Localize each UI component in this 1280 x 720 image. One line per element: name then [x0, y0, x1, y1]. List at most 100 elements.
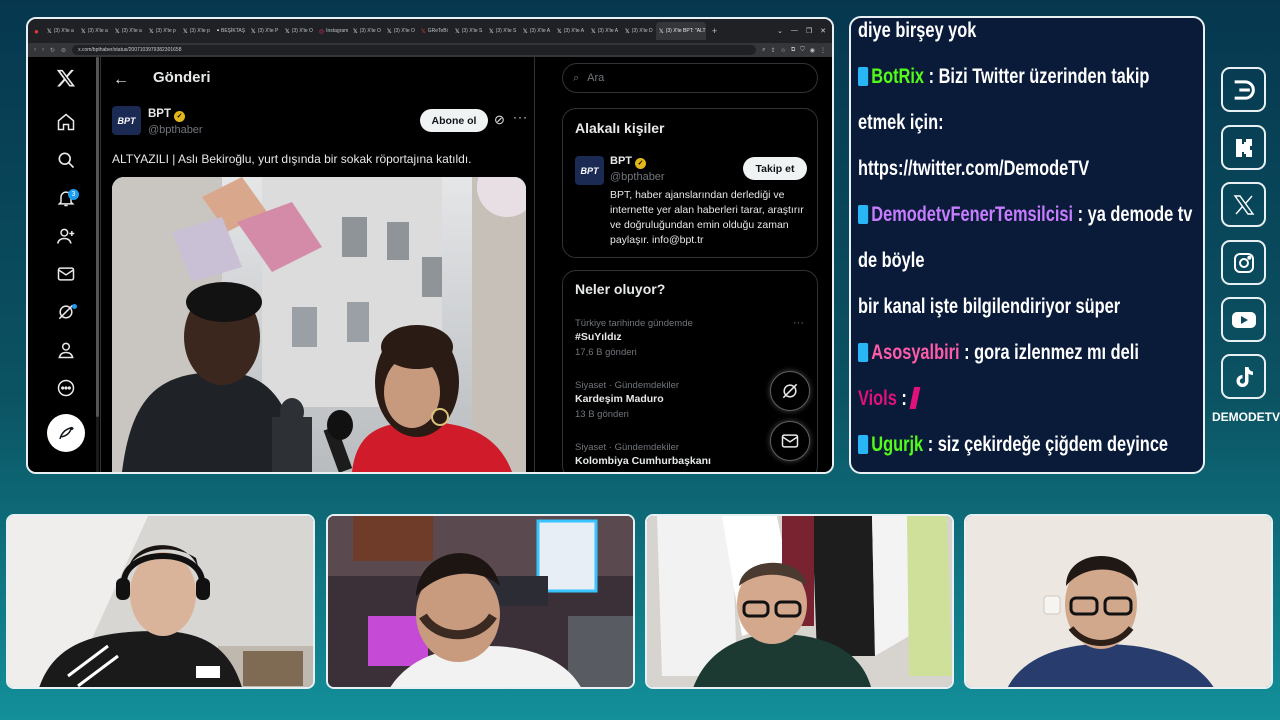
- subscribe-button[interactable]: Abone ol: [420, 109, 488, 132]
- grok-fab-button[interactable]: [770, 371, 810, 411]
- browser-tab[interactable]: 𝕏 (3) X'te D: [622, 22, 655, 40]
- tab-title[interactable]: (3) X'te S: [462, 28, 483, 34]
- browser-tab[interactable]: 𝕏 (3) X'te S: [452, 22, 485, 40]
- tab-title[interactable]: (3) X'te P: [258, 28, 279, 34]
- tab-title[interactable]: (3) X'te A: [530, 28, 550, 34]
- browser-tab[interactable]: 𝕏 (3) X'te A: [554, 22, 587, 40]
- tab-title[interactable]: (3) X'te p: [156, 28, 176, 34]
- browser-tab[interactable]: 𝕏 (3) X'te a: [78, 22, 111, 40]
- author-avatar[interactable]: BPT: [112, 106, 141, 135]
- browser-tab[interactable]: 𝕏 (3) X'te a: [112, 22, 145, 40]
- maximize-button[interactable]: ❐: [806, 27, 812, 35]
- tab-title[interactable]: (3) X'te a: [54, 28, 74, 34]
- trend-name[interactable]: #SuYıldız: [575, 331, 622, 343]
- tab-title[interactable]: (3) X'te S: [496, 28, 517, 34]
- grok-explain-icon[interactable]: ⊘: [494, 112, 505, 128]
- chat-username[interactable]: Viols: [858, 387, 897, 410]
- tab-title[interactable]: (3) X'te a: [88, 28, 108, 34]
- notifications-bell-icon[interactable]: 3: [46, 185, 86, 211]
- tab-active[interactable]: 𝕏 (3) X'te BPT: "ALT: [655, 22, 706, 40]
- profile-icon[interactable]: ◉: [810, 47, 815, 54]
- trends-title: Neler oluyor?: [575, 281, 666, 297]
- follow-add-user-icon[interactable]: [46, 223, 86, 249]
- author-name-text[interactable]: BPT: [148, 108, 171, 120]
- sidebar-scrollbar[interactable]: [96, 57, 99, 472]
- tab-title[interactable]: BEŞİKTAŞ: [221, 28, 245, 34]
- tab-title[interactable]: (3) X'te p: [190, 28, 210, 34]
- forward-icon[interactable]: ›: [42, 47, 44, 53]
- author-handle[interactable]: @bpthaber: [148, 124, 203, 136]
- trend-more-icon[interactable]: ···: [793, 317, 804, 329]
- browser-tab[interactable]: 𝕏 (3) X'te A: [520, 22, 553, 40]
- share-icon[interactable]: ⇪: [771, 47, 776, 54]
- browser-tab[interactable]: 𝕏 (3) X'te p: [146, 22, 179, 40]
- tab-title[interactable]: (3) X'te D: [632, 28, 653, 34]
- more-circle-icon[interactable]: [46, 375, 86, 401]
- messages-mail-icon[interactable]: [46, 261, 86, 287]
- zoom-icon[interactable]: ⌕: [762, 47, 765, 54]
- browser-tab[interactable]: 𝕏 (3) X'te p: [180, 22, 213, 40]
- messages-fab-button[interactable]: [770, 421, 810, 461]
- tab-favicon-icon: 𝕏: [624, 28, 630, 35]
- browser-tab[interactable]: ▪ BEŞİKTAŞ: [214, 22, 247, 40]
- chat-username[interactable]: Ugurjk: [871, 433, 923, 456]
- opera-menu-icon[interactable]: ●: [34, 27, 39, 36]
- close-window-button[interactable]: ✕: [820, 27, 826, 35]
- star-icon[interactable]: ☆: [781, 47, 786, 54]
- author-name[interactable]: BPT ✓: [148, 108, 185, 122]
- tab-favicon-icon: 𝕏: [488, 28, 494, 35]
- explore-search-icon[interactable]: [46, 147, 86, 173]
- trend-name[interactable]: Kardeşim Maduro: [575, 393, 664, 405]
- reload-icon[interactable]: ↻: [50, 47, 55, 54]
- browser-tab[interactable]: 𝕏 (3) X'te O: [282, 22, 315, 40]
- tab-title[interactable]: (3) X'te A: [598, 28, 618, 34]
- chat-username[interactable]: Asosyalbiri: [871, 341, 959, 364]
- tab-title[interactable]: (3) X'te O: [394, 28, 415, 34]
- x-logo-icon[interactable]: [46, 65, 86, 91]
- tab-title[interactable]: (3) X'te BPT: "ALT: [666, 28, 706, 34]
- browser-tab[interactable]: 𝕏 (3) X'te A: [588, 22, 621, 40]
- trend-name[interactable]: Kolombiya Cumhurbaşkanı: [575, 455, 711, 467]
- search-box[interactable]: ⌕ Ara: [562, 63, 818, 93]
- related-name[interactable]: BPT ✓: [610, 155, 646, 169]
- tab-title[interactable]: GReTeBi: [428, 28, 448, 34]
- minimize-button[interactable]: —: [791, 27, 798, 35]
- browser-tab[interactable]: 𝕏 (3) X'te S: [486, 22, 519, 40]
- profile-person-icon[interactable]: [46, 337, 86, 363]
- chat-username[interactable]: BotRix: [871, 65, 924, 88]
- browser-tab[interactable]: 𝕏 (3) X'te P: [248, 22, 281, 40]
- related-handle[interactable]: @bpthaber: [610, 171, 665, 183]
- back-arrow-icon[interactable]: ←: [113, 71, 129, 89]
- tab-favicon-icon: 𝕏: [182, 28, 188, 35]
- shield-icon[interactable]: ⛉: [800, 47, 805, 54]
- post-text: ALTYAZILI | Aslı Bekiroğlu, yurt dışında…: [112, 152, 472, 166]
- instagram-icon: [1221, 240, 1266, 285]
- related-avatar[interactable]: BPT: [575, 156, 604, 185]
- tab-title[interactable]: (3) X'te A: [564, 28, 584, 34]
- more-options-icon[interactable]: ···: [513, 110, 528, 124]
- tab-title[interactable]: (3) X'te a: [122, 28, 142, 34]
- search-placeholder[interactable]: Ara: [587, 72, 604, 84]
- browser-tab[interactable]: 𝕏 (3) X'te O: [350, 22, 383, 40]
- post-compose-button[interactable]: [47, 414, 85, 452]
- back-icon[interactable]: ‹: [34, 47, 36, 53]
- chat-username[interactable]: DemodetvFenerTemsilcisi: [871, 203, 1073, 226]
- tab-title[interactable]: Instagram: [326, 28, 348, 34]
- follow-button[interactable]: Takip et: [743, 157, 807, 180]
- tab-title[interactable]: (3) X'te O: [292, 28, 313, 34]
- browser-tab[interactable]: 𝕏 (3) X'te O: [384, 22, 417, 40]
- tab-title[interactable]: (3) X'te O: [360, 28, 381, 34]
- menu-icon[interactable]: ⋮: [820, 47, 826, 54]
- browser-tab[interactable]: 𝕏 (3) X'te a: [44, 22, 77, 40]
- browser-tab[interactable]: ◎ Instagram: [316, 22, 349, 40]
- related-name-text[interactable]: BPT: [610, 155, 632, 167]
- tab-search-icon[interactable]: ⌄: [777, 27, 783, 35]
- browser-tab[interactable]: 𝕏 GReTeBi: [418, 22, 451, 40]
- new-tab-button[interactable]: +: [712, 26, 717, 36]
- site-info-icon[interactable]: ⊜: [61, 47, 66, 54]
- home-icon[interactable]: [46, 109, 86, 135]
- url-field[interactable]: x.com/bpthaber/status/200710397938230165…: [72, 45, 757, 55]
- extensions-icon[interactable]: ⧉: [791, 47, 795, 54]
- grok-icon[interactable]: [46, 299, 86, 325]
- post-video[interactable]: [112, 177, 526, 472]
